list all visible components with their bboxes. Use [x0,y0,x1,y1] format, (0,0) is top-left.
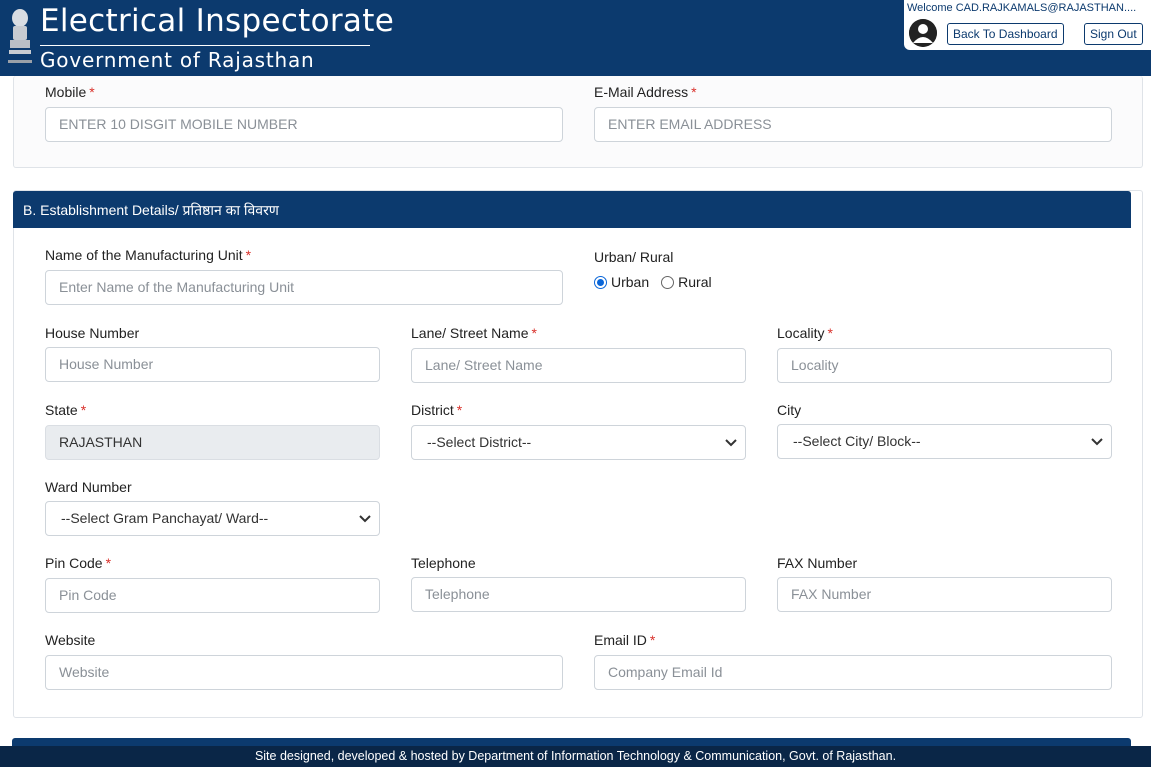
welcome-text: Welcome CAD.RAJKAMALS@RAJASTHAN.... [907,2,1137,14]
rural-radio[interactable] [661,275,675,289]
site-subtitle: Government of Rajasthan [40,48,315,72]
telephone-label: Telephone [411,555,476,571]
site-title: Electrical Inspectorate [40,3,395,39]
chevron-down-icon [725,439,737,447]
state-label: State * [45,402,87,418]
site-footer: Site designed, developed & hosted by Dep… [0,746,1151,767]
locality-label: Locality * [777,325,833,341]
mobile-label: Mobile * [45,84,95,100]
unit-name-input[interactable]: Enter Name of the Manufacturing Unit [45,270,563,305]
fax-number-label: FAX Number [777,555,858,571]
back-to-dashboard-button[interactable]: Back To Dashboard [947,23,1064,45]
telephone-input[interactable]: Telephone [411,577,746,612]
city-select[interactable]: --Select City/ Block-- [777,424,1112,459]
user-avatar-icon [909,19,937,47]
ward-select-value: --Select Gram Panchayat/ Ward-- [61,510,269,526]
district-label: District * [411,402,463,418]
user-panel: Welcome CAD.RAJKAMALS@RAJASTHAN.... Back… [904,0,1151,50]
urban-rural-radio-group: Urban Rural [594,274,724,290]
rural-radio-label: Rural [678,274,712,290]
title-divider [40,45,370,46]
fax-number-input[interactable]: FAX Number [777,577,1112,612]
house-number-label: House Number [45,325,140,341]
establishment-section-heading: B. Establishment Details/ प्रतिष्ठान का … [13,191,1131,228]
unit-name-label: Name of the Manufacturing Unit * [45,247,252,263]
website-input[interactable]: Website [45,655,563,690]
district-select-value: --Select District-- [427,434,532,450]
house-number-input[interactable]: House Number [45,347,380,382]
pin-code-input[interactable]: Pin Code [45,578,380,613]
city-label: City [777,402,802,418]
email-id-label: Email ID * [594,632,656,648]
district-select[interactable]: --Select District-- [411,425,746,460]
company-email-input[interactable]: Company Email Id [594,655,1112,690]
chevron-down-icon [1091,438,1103,446]
street-name-input[interactable]: Lane/ Street Name [411,348,746,383]
urban-rural-label: Urban/ Rural [594,249,674,265]
sign-out-button[interactable]: Sign Out [1084,23,1143,45]
chevron-down-icon [359,515,371,523]
ward-number-select[interactable]: --Select Gram Panchayat/ Ward-- [45,501,380,536]
state-input: RAJASTHAN [45,425,380,460]
email-address-input[interactable]: ENTER EMAIL ADDRESS [594,107,1112,142]
email-address-label: E-Mail Address * [594,84,697,100]
website-label: Website [45,632,96,648]
pin-code-label: Pin Code * [45,555,112,571]
city-select-value: --Select City/ Block-- [793,433,921,449]
locality-input[interactable]: Locality [777,348,1112,383]
urban-radio-label: Urban [611,274,650,290]
mobile-input[interactable]: ENTER 10 DISGIT MOBILE NUMBER [45,107,563,142]
urban-radio[interactable] [594,275,607,289]
site-header: Electrical Inspectorate Government of Ra… [0,0,1151,76]
state-emblem-icon [8,9,32,63]
ward-number-label: Ward Number [45,479,132,495]
street-name-label: Lane/ Street Name * [411,325,537,341]
